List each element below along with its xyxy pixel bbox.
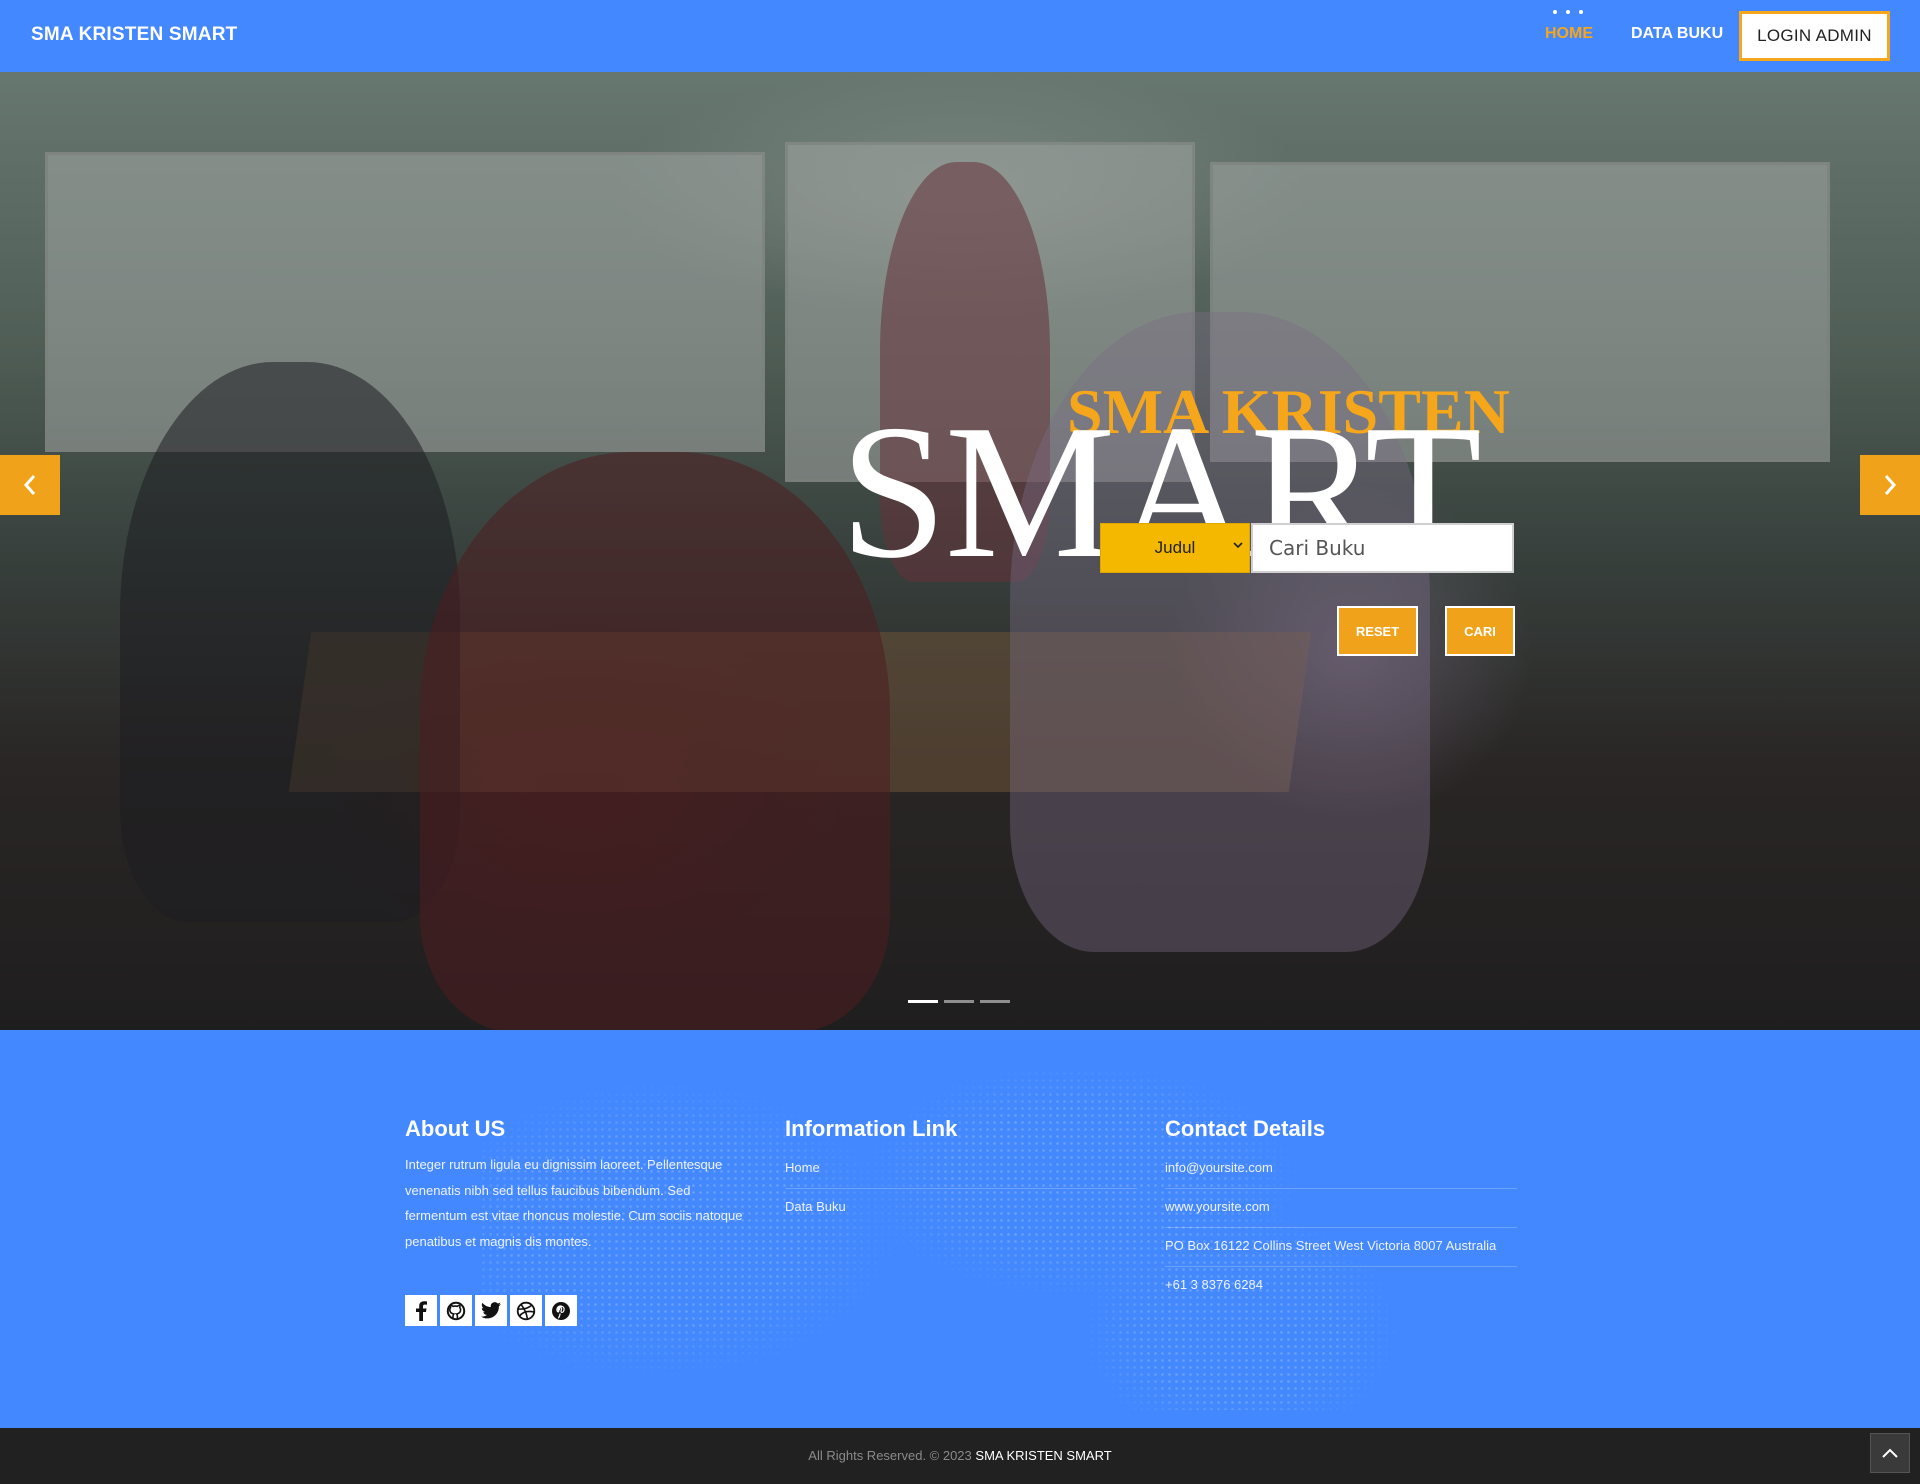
contact-phone: +61 3 8376 6284	[1165, 1277, 1263, 1292]
copyright-brand[interactable]: SMA KRISTEN SMART	[975, 1448, 1111, 1463]
copyright-bar: All Rights Reserved. © 2023 SMA KRISTEN …	[0, 1428, 1920, 1484]
footer: About US Integer rutrum ligula eu dignis…	[0, 1030, 1920, 1428]
navbar: SMA KRISTEN SMART HOME DATA BUKU LOGIN A…	[0, 0, 1920, 72]
search-field-select-value: Judul	[1154, 538, 1196, 557]
contact-list: info@yoursite.com www.yoursite.com PO Bo…	[1165, 1150, 1517, 1305]
search-field-select[interactable]: Judul	[1100, 523, 1250, 573]
footer-link-data-buku[interactable]: Data Buku	[785, 1189, 1137, 1227]
contact-heading: Contact Details	[1165, 1116, 1326, 1141]
carousel-indicators	[908, 1000, 1010, 1003]
info-links-heading: Information Link	[785, 1116, 958, 1141]
carousel-indicator-2[interactable]	[944, 1000, 974, 1003]
carousel-next-button[interactable]	[1860, 455, 1920, 515]
contact-address: PO Box 16122 Collins Street West Victori…	[1165, 1228, 1517, 1267]
login-admin-button[interactable]: LOGIN ADMIN	[1739, 11, 1890, 61]
contact-website[interactable]: www.yoursite.com	[1165, 1189, 1517, 1228]
chevron-left-icon	[23, 475, 36, 495]
chevron-down-icon	[1233, 542, 1243, 549]
chevron-right-icon	[1884, 475, 1897, 495]
pinterest-icon[interactable]	[545, 1295, 577, 1326]
search-button[interactable]: CARI	[1445, 606, 1515, 656]
nav-item-data-buku[interactable]: DATA BUKU	[1631, 25, 1723, 43]
scroll-to-top-button[interactable]	[1870, 1433, 1910, 1473]
reset-button[interactable]: RESET	[1337, 606, 1418, 656]
social-links	[405, 1295, 577, 1326]
info-links-list: Home Data Buku	[785, 1150, 1137, 1227]
chevron-up-icon	[1882, 1448, 1898, 1458]
active-indicator-dots	[1553, 10, 1583, 16]
copyright-prefix: All Rights Reserved. © 2023	[808, 1448, 972, 1463]
carousel-prev-button[interactable]	[0, 455, 60, 515]
footer-link-home[interactable]: Home	[785, 1150, 1137, 1189]
twitter-icon[interactable]	[475, 1295, 507, 1326]
dribbble-icon[interactable]	[510, 1295, 542, 1326]
contact-email[interactable]: info@yoursite.com	[1165, 1150, 1517, 1189]
search-input[interactable]	[1251, 523, 1514, 573]
facebook-icon[interactable]	[405, 1295, 437, 1326]
carousel-indicator-1[interactable]	[908, 1000, 938, 1003]
carousel-indicator-3[interactable]	[980, 1000, 1010, 1003]
about-text: Integer rutrum ligula eu dignissim laore…	[405, 1157, 743, 1249]
github-icon[interactable]	[440, 1295, 472, 1326]
copyright-text: All Rights Reserved. © 2023 SMA KRISTEN …	[0, 1448, 1920, 1463]
brand-logo[interactable]: SMA KRISTEN SMART	[31, 24, 237, 46]
about-heading: About US	[405, 1116, 506, 1141]
nav-item-home[interactable]: HOME	[1545, 25, 1593, 43]
